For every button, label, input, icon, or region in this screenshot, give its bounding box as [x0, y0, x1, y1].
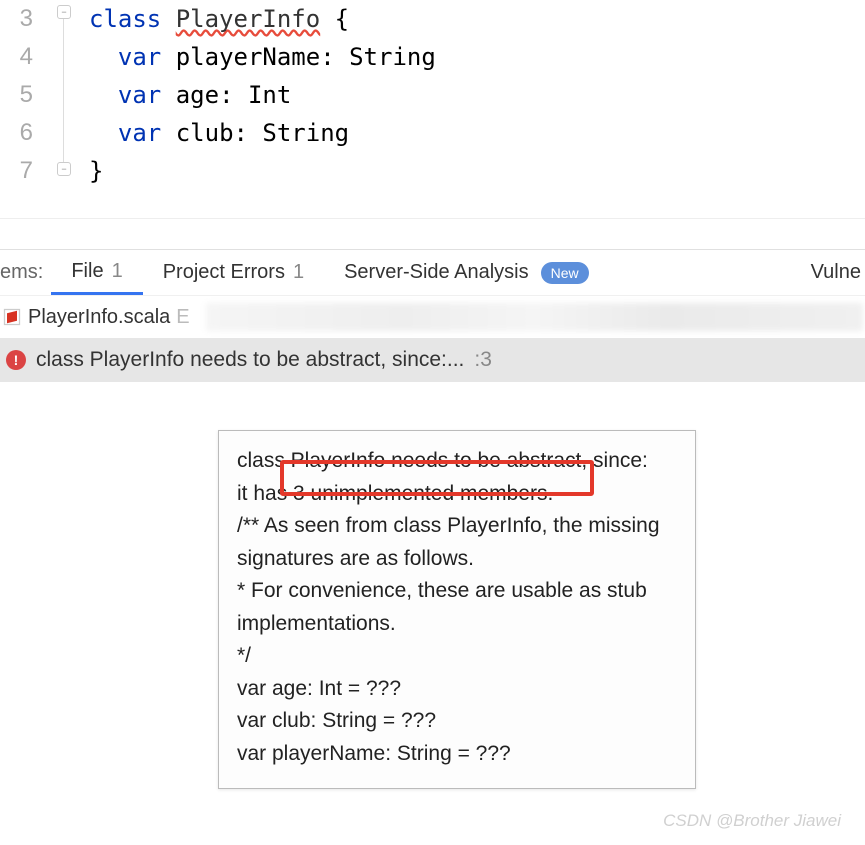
- line-number: 4: [0, 38, 55, 76]
- redacted-area: [206, 303, 863, 331]
- problems-panel: ems: File 1 Project Errors 1 Server-Side…: [0, 250, 865, 382]
- tooltip-line: var playerName: String = ???: [237, 738, 677, 771]
- watermark-label: CSDN @Brother Jiawei: [663, 811, 841, 831]
- tab-label: Server-Side Analysis: [344, 261, 529, 284]
- tooltip-line: var age: Int = ???: [237, 673, 677, 706]
- code-content[interactable]: class PlayerInfo { var playerName: Strin…: [79, 0, 865, 190]
- problems-tab-bar: ems: File 1 Project Errors 1 Server-Side…: [0, 250, 865, 296]
- tab-count: 1: [112, 260, 123, 283]
- code-line[interactable]: class PlayerInfo {: [89, 0, 865, 38]
- tab-count: 1: [293, 261, 304, 284]
- line-number: 3: [0, 0, 55, 38]
- tab-label: File: [71, 260, 103, 283]
- panel-divider: [0, 218, 865, 250]
- code-editor[interactable]: 3 4 5 6 7 − − class PlayerInfo { var pla…: [0, 0, 865, 190]
- tab-vulnerabilities-truncated[interactable]: Vulne: [811, 261, 865, 284]
- fold-gutter: − −: [55, 0, 79, 190]
- error-message: class PlayerInfo needs to be abstract, s…: [36, 348, 464, 372]
- code-line[interactable]: var age: Int: [89, 76, 865, 114]
- code-line[interactable]: var club: String: [89, 114, 865, 152]
- error-line-ref: :3: [474, 348, 492, 372]
- line-number: 6: [0, 114, 55, 152]
- error-icon: !: [6, 350, 26, 370]
- tab-file[interactable]: File 1: [51, 250, 142, 295]
- tab-project-errors[interactable]: Project Errors 1: [143, 250, 324, 295]
- code-line[interactable]: var playerName: String: [89, 38, 865, 76]
- tooltip-line: var club: String = ???: [237, 705, 677, 738]
- file-name-label: PlayerInfo.scala: [28, 306, 170, 329]
- code-line[interactable]: }: [89, 152, 865, 190]
- problems-file-row[interactable]: PlayerInfo.scala E: [0, 296, 865, 338]
- line-number: 5: [0, 76, 55, 114]
- file-tail: E: [176, 306, 189, 329]
- fold-start-icon[interactable]: −: [57, 5, 71, 19]
- scala-file-icon: [2, 307, 22, 327]
- fold-end-icon[interactable]: −: [57, 162, 71, 176]
- tooltip-line: * For convenience, these are usable as s…: [237, 575, 677, 640]
- problems-label-truncated: ems:: [0, 261, 51, 284]
- line-number: 7: [0, 152, 55, 190]
- tooltip-line: it has 3 unimplemented members.: [237, 478, 677, 511]
- new-badge: New: [541, 262, 589, 284]
- tooltip-line: */: [237, 640, 677, 673]
- tooltip-line: class PlayerInfo needs to be abstract, s…: [237, 445, 677, 478]
- tab-label: Project Errors: [163, 261, 285, 284]
- error-item-row[interactable]: ! class PlayerInfo needs to be abstract,…: [0, 338, 865, 382]
- tooltip-line: /** As seen from class PlayerInfo, the m…: [237, 510, 677, 575]
- tab-server-analysis[interactable]: Server-Side Analysis New: [324, 250, 609, 295]
- error-tooltip: class PlayerInfo needs to be abstract, s…: [218, 430, 696, 789]
- line-number-gutter: 3 4 5 6 7: [0, 0, 55, 190]
